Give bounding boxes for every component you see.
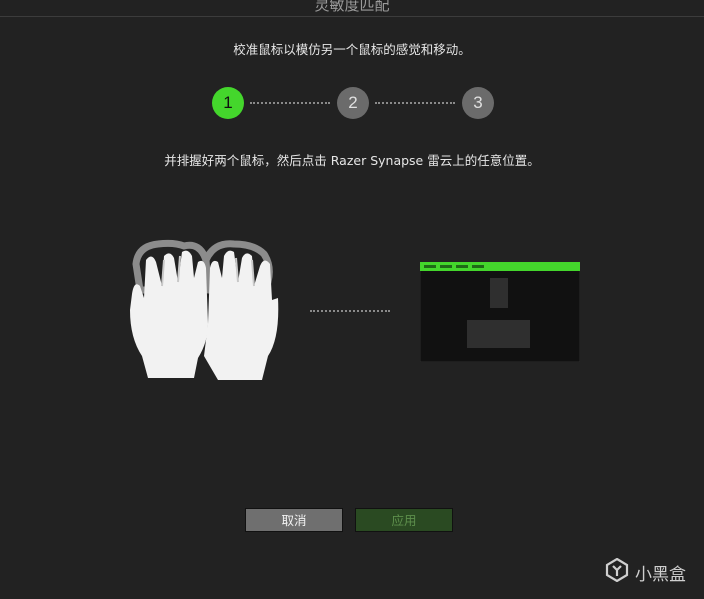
cancel-button[interactable]: 取消 [245,508,343,532]
dialog-title: 灵敏度匹配 [314,0,390,14]
step-1-indicator: 1 [212,87,244,119]
instruction-text: 并排握好两个鼠标，然后点击 Razer Synapse 雷云上的任意位置。 [164,153,540,168]
step-2-indicator: 2 [337,87,369,119]
dotted-connector [310,310,390,312]
step-connector-1 [250,102,330,104]
progress-stepper: 1 2 3 [212,87,496,119]
watermark: 小黑盒 [605,557,686,587]
step-connector-2 [375,102,455,104]
apply-button[interactable]: 应用 [355,508,453,532]
watermark-text: 小黑盒 [635,564,686,585]
xiaoheihe-logo-icon [605,557,635,587]
synapse-window-illustration [419,261,581,363]
hands-on-mice-illustration [122,238,288,384]
dialog-subtitle: 校准鼠标以模仿另一个鼠标的感觉和移动。 [233,42,471,57]
title-divider [0,16,704,17]
step-3-indicator: 3 [462,87,494,119]
